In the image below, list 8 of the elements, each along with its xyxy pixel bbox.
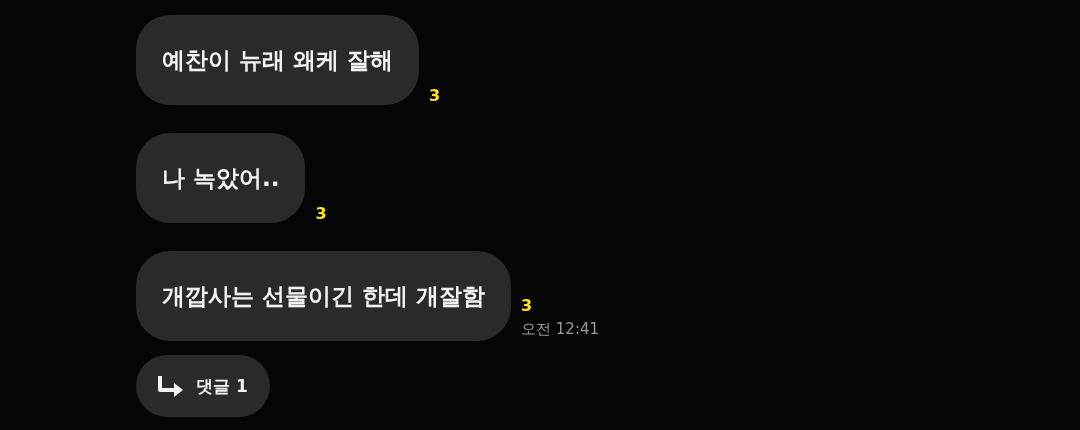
message-bubble: 개깝사는 선물이긴 한데 개잘함: [136, 251, 512, 341]
unread-count: 3: [521, 297, 533, 315]
reply-button[interactable]: 댓글 1: [136, 355, 270, 417]
message-time: 오전 12:41: [521, 319, 600, 339]
unread-count: 3: [315, 205, 327, 223]
message-bubble: 나 녹았어..: [136, 133, 306, 223]
unread-count: 3: [429, 87, 441, 105]
message-bubble: 예찬이 뉴래 왜케 잘해: [136, 15, 420, 105]
